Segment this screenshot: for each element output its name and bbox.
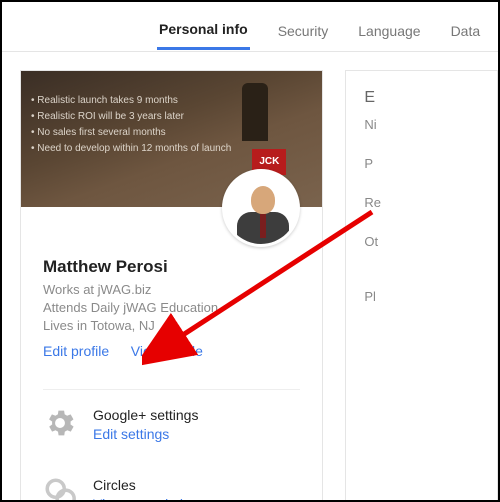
tab-data[interactable]: Data [449,13,483,49]
edit-settings-link[interactable]: Edit settings [93,424,198,444]
side-line: Re [364,195,479,210]
side-card: E Ni P Re Ot Pl [345,70,498,502]
google-plus-settings-row: Google+ settings Edit settings [21,390,322,460]
tab-personal-info[interactable]: Personal info [157,11,250,50]
side-line: Ot [364,234,479,249]
edit-profile-link[interactable]: Edit profile [43,343,109,359]
google-plus-settings-title: Google+ settings [93,406,198,424]
gear-icon [43,406,77,440]
view-profile-link[interactable]: View profile [131,343,203,359]
profile-work: Works at jWAG.biz [43,281,300,299]
profile-card: Realistic launch takes 9 months Realisti… [20,70,323,502]
tab-security[interactable]: Security [276,13,331,49]
account-tabs: Personal info Security Language Data [2,10,498,52]
circles-icon [43,476,77,502]
cover-bullet: Need to develop within 12 months of laun… [31,141,231,157]
side-line: Ni [364,117,479,132]
cover-bullet: No sales first several months [31,125,231,141]
cover-bullet: Realistic ROI will be 3 years later [31,109,231,125]
tab-language[interactable]: Language [356,13,422,49]
circles-title: Circles [93,476,198,494]
avatar[interactable] [222,169,300,247]
profile-location: Lives in Totowa, NJ [43,317,300,335]
side-line: P [364,156,479,171]
cover-bullet: Realistic launch takes 9 months [31,93,231,109]
profile-education: Attends Daily jWAG Education [43,299,300,317]
cover-speaker [242,83,268,141]
view-circles-link[interactable]: View your circles [93,494,198,502]
side-heading: E [364,89,479,107]
profile-name: Matthew Perosi [43,257,300,277]
side-line: Pl [364,289,479,304]
circles-row: Circles View your circles [21,460,322,502]
